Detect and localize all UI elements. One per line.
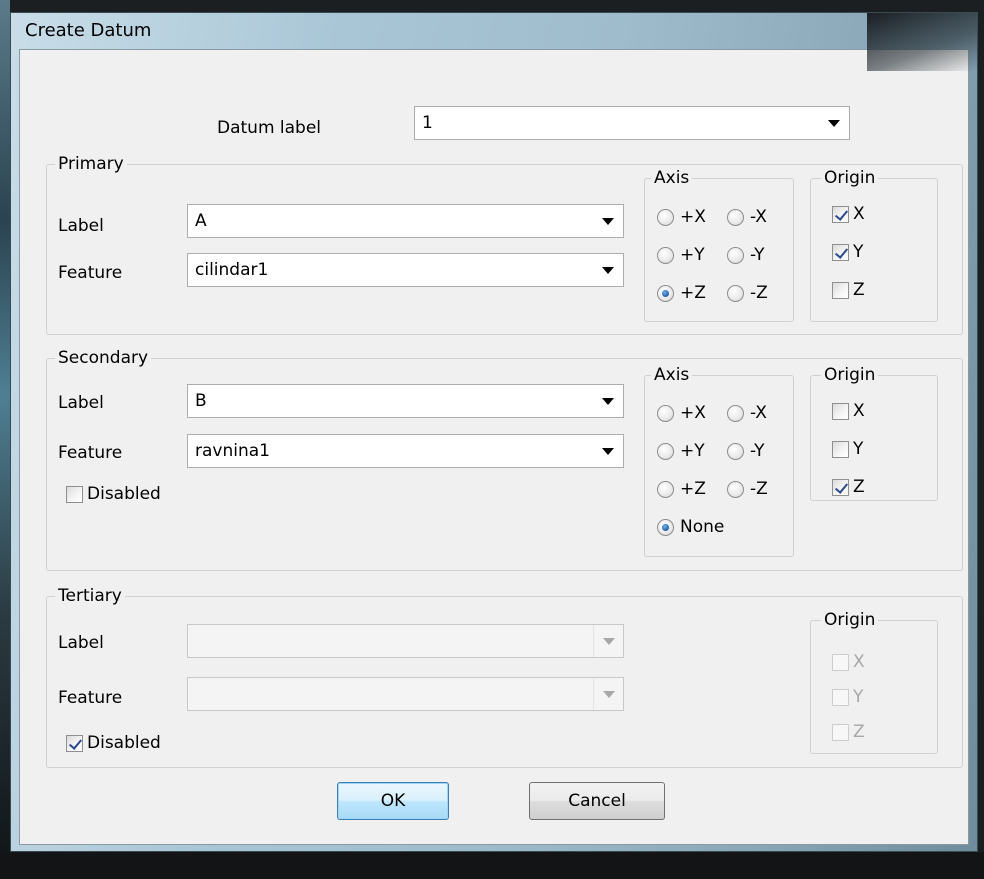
secondary-axis-none[interactable]: None [657,516,724,538]
primary-feature-caption: Feature [58,263,123,283]
secondary-axis-minus-z[interactable]: -Z [727,478,768,500]
tertiary-origin-x-checkbox[interactable]: X [832,651,865,673]
primary-feature-combo[interactable]: cilindar1 [187,253,624,287]
primary-origin-group: Origin [810,167,938,322]
primary-label-combo[interactable]: A [187,204,624,238]
radio-button-icon[interactable] [727,442,744,460]
primary-origin-x-checkbox[interactable]: X [832,203,865,225]
primary-origin-z-checkbox[interactable]: Z [832,279,865,301]
secondary-axis-plus-y[interactable]: +Y [657,440,705,462]
secondary-label-combo[interactable]: B [187,384,624,418]
radio-button-icon[interactable] [727,480,744,498]
checkbox-icon[interactable] [832,653,849,671]
secondary-group-title: Secondary [55,347,152,369]
tertiary-origin-z-checkbox[interactable]: Z [832,721,865,743]
primary-origin-y-checkbox[interactable]: Y [832,241,863,263]
radio-button-selected-icon[interactable] [657,518,674,536]
chevron-down-icon[interactable] [819,107,849,139]
cancel-button[interactable]: Cancel [529,782,665,820]
secondary-origin-y-checkbox[interactable]: Y [832,438,863,460]
checkbox-checked-icon[interactable] [832,205,849,223]
radio-button-icon[interactable] [727,284,744,302]
secondary-disabled-checkbox[interactable]: Disabled [66,483,161,505]
tertiary-feature-caption: Feature [58,688,123,708]
secondary-axis-title: Axis [651,364,693,386]
chevron-down-icon[interactable] [593,435,623,467]
checkbox-icon[interactable] [832,723,849,741]
primary-label-caption: Label [58,216,104,236]
tertiary-label-caption: Label [58,633,104,653]
radio-button-icon[interactable] [657,480,674,498]
desktop-background-left [0,0,10,879]
tertiary-group-title: Tertiary [55,585,125,607]
dialog-window: Create Datum Datum label 1 Primary Label… [10,12,978,852]
radio-button-icon[interactable] [657,442,674,460]
window-title: Create Datum [25,20,152,41]
radio-button-selected-icon[interactable] [657,284,674,302]
secondary-axis-plus-x[interactable]: +X [657,402,706,424]
primary-origin-title: Origin [821,167,879,189]
desktop-background-bottom [0,852,984,879]
secondary-origin-x-checkbox[interactable]: X [832,400,865,422]
checkbox-checked-icon[interactable] [832,478,849,496]
secondary-label-caption: Label [58,393,104,413]
primary-axis-minus-z[interactable]: -Z [727,282,768,304]
tertiary-disabled-checkbox[interactable]: Disabled [66,732,161,754]
checkbox-checked-icon[interactable] [832,243,849,261]
tertiary-label-combo[interactable] [187,624,624,658]
ok-button[interactable]: OK [337,782,449,820]
secondary-feature-value: ravnina1 [195,441,270,461]
radio-button-icon[interactable] [727,246,744,264]
checkbox-checked-icon[interactable] [66,734,83,752]
primary-feature-value: cilindar1 [195,260,269,280]
primary-axis-minus-y[interactable]: -Y [727,244,765,266]
checkbox-icon[interactable] [832,402,849,420]
checkbox-icon[interactable] [832,440,849,458]
tertiary-origin-y-checkbox[interactable]: Y [832,686,863,708]
checkbox-icon[interactable] [66,485,83,503]
secondary-origin-z-checkbox[interactable]: Z [832,476,865,498]
primary-group-title: Primary [55,153,127,175]
secondary-axis-minus-y[interactable]: -Y [727,440,765,462]
secondary-origin-group: Origin [810,364,938,501]
secondary-feature-combo[interactable]: ravnina1 [187,434,624,468]
radio-button-icon[interactable] [657,208,674,226]
primary-axis-plus-z[interactable]: +Z [657,282,706,304]
primary-axis-title: Axis [651,167,693,189]
checkbox-icon[interactable] [832,281,849,299]
chevron-down-icon[interactable] [593,678,623,710]
radio-button-icon[interactable] [657,404,674,422]
checkbox-icon[interactable] [832,688,849,706]
tertiary-feature-combo[interactable] [187,677,624,711]
chevron-down-icon[interactable] [593,625,623,657]
primary-axis-plus-x[interactable]: +X [657,206,706,228]
datum-label-combo[interactable]: 1 [414,106,850,140]
secondary-feature-caption: Feature [58,443,123,463]
primary-axis-minus-x[interactable]: -X [727,206,767,228]
chevron-down-icon[interactable] [593,385,623,417]
radio-button-icon[interactable] [727,404,744,422]
radio-button-icon[interactable] [657,246,674,264]
primary-label-value: A [195,211,207,231]
datum-label-caption: Datum label [217,118,322,138]
tertiary-origin-group: Origin [810,609,938,754]
secondary-label-value: B [195,391,207,411]
chevron-down-icon[interactable] [593,205,623,237]
datum-label-value: 1 [422,113,433,133]
secondary-axis-plus-z[interactable]: +Z [657,478,706,500]
primary-axis-plus-y[interactable]: +Y [657,244,705,266]
secondary-axis-minus-x[interactable]: -X [727,402,767,424]
chevron-down-icon[interactable] [593,254,623,286]
tertiary-origin-title: Origin [821,609,879,631]
dialog-client-area: Datum label 1 Primary Label A Feature ci… [19,49,969,845]
radio-button-icon[interactable] [727,208,744,226]
secondary-origin-title: Origin [821,364,879,386]
